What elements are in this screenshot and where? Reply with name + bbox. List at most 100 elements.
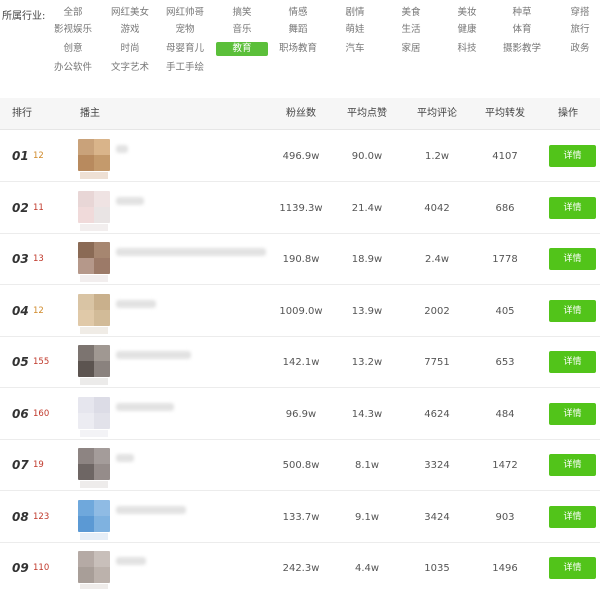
detail-button[interactable]: 详情 [549,402,596,425]
category-item[interactable]: 家居 [401,42,420,56]
header-avg-shares[interactable]: 平均转发 [485,98,525,130]
category-item[interactable]: 舞蹈 [288,23,307,37]
fans-count: 142.1w [282,357,320,368]
category-item[interactable]: 搞笑 [232,6,251,20]
detail-button[interactable]: 详情 [549,351,596,373]
rank-change: 19 [33,460,44,470]
header-avg-comments[interactable]: 平均评论 [417,98,457,130]
detail-button[interactable]: 详情 [549,505,596,528]
avatar[interactable] [78,448,110,480]
detail-button[interactable]: 详情 [549,196,596,219]
table-row: 01 12 496.9w 90.0w 1.2w 4107 详情 [0,131,600,182]
avg-shares: 1472 [492,460,518,471]
host-name-blurred[interactable] [116,505,186,514]
avatar[interactable] [78,345,110,377]
avg-likes: 8.1w [354,460,380,471]
category-item[interactable]: 文字艺术 [111,61,149,75]
avg-shares: 405 [495,305,515,317]
category-item[interactable]: 萌娃 [345,23,364,37]
avatar[interactable] [78,499,110,532]
avg-comments: 3324 [424,460,450,471]
avg-shares: 653 [495,357,515,368]
rank-number: 01 [12,149,29,163]
detail-button[interactable]: 详情 [549,454,596,476]
category-item[interactable]: 音乐 [232,23,251,37]
avg-likes: 13.9w [351,305,383,317]
host-name-blurred[interactable] [116,248,266,256]
category-item[interactable]: 剧情 [345,6,364,20]
category-filter: 所属行业: 全部 网红美女 网红帅哥 搞笑 情感 剧情 美食 美妆 种草 穿搭 影视娱乐 游戏 宠物 音乐… [0,0,600,86]
rank-change: 13 [33,254,44,264]
host-name-blurred[interactable] [116,454,134,462]
category-item[interactable]: 汽车 [345,42,364,56]
avg-likes: 9.1w [354,511,380,523]
avatar[interactable] [78,396,110,429]
avatar-thumbnail [80,532,108,540]
host-name-blurred[interactable] [116,196,144,205]
fans-count: 1139.3w [279,202,323,214]
host-name-blurred[interactable] [116,557,146,565]
avatar[interactable] [78,190,110,223]
avg-likes: 13.2w [351,357,383,368]
category-item-active[interactable]: 教育 [216,42,268,56]
category-item[interactable]: 网红帅哥 [166,6,204,20]
host-name-blurred[interactable] [116,351,191,359]
category-item[interactable]: 手工手绘 [166,61,204,75]
category-item[interactable]: 生活 [401,23,420,37]
category-item[interactable]: 政务 [570,42,589,56]
avg-shares: 4107 [492,151,518,162]
rank-change: 11 [33,202,44,213]
avatar[interactable] [78,293,110,326]
rank-number: 03 [12,252,29,266]
category-item[interactable]: 科技 [457,42,476,56]
category-item[interactable]: 全部 [63,6,82,20]
category-item[interactable]: 美食 [401,6,420,20]
category-item[interactable]: 职场教育 [279,42,317,56]
avatar-thumbnail [80,429,108,437]
avg-comments: 4624 [424,408,450,420]
table-row: 05 155 142.1w 13.2w 7751 653 详情 [0,337,600,388]
category-item[interactable]: 创意 [63,42,82,56]
fans-count: 133.7w [282,511,320,523]
rank-change: 123 [33,511,50,522]
category-item[interactable]: 健康 [457,23,476,37]
category-item[interactable]: 种草 [512,6,531,20]
host-name-blurred[interactable] [116,299,156,308]
detail-button[interactable]: 详情 [549,299,596,322]
category-item[interactable]: 情感 [288,6,307,20]
category-item[interactable]: 摄影教学 [503,42,541,56]
fans-count: 242.3w [282,563,320,574]
avatar[interactable] [78,551,110,583]
header-avg-likes[interactable]: 平均点赞 [347,98,387,130]
category-item[interactable]: 游戏 [120,23,139,37]
rank-number: 05 [12,355,29,369]
header-rank: 排行 [12,108,32,119]
detail-button[interactable]: 详情 [549,557,596,579]
avg-shares: 903 [495,511,515,523]
category-item[interactable]: 穿搭 [570,6,589,20]
header-fans[interactable]: 粉丝数 [286,98,316,130]
category-item[interactable]: 体育 [512,23,531,37]
rank-change: 110 [33,563,50,573]
avatar[interactable] [78,139,110,171]
rank-number: 06 [12,406,29,421]
detail-button[interactable]: 详情 [549,248,596,270]
category-item[interactable]: 母婴育儿 [166,42,204,56]
category-item[interactable]: 宠物 [175,23,194,37]
category-item[interactable]: 美妆 [457,6,476,20]
avg-comments: 1.2w [424,151,450,162]
category-item[interactable]: 网红美女 [111,6,149,20]
table-row: 03 13 190.8w 18.9w 2.4w 1778 详情 [0,234,600,285]
category-item[interactable]: 旅行 [570,23,589,37]
fans-count: 190.8w [282,254,320,265]
category-item[interactable]: 办公软件 [54,61,92,75]
category-item[interactable]: 影视娱乐 [54,23,92,37]
avatar-thumbnail [80,481,108,488]
detail-button[interactable]: 详情 [549,145,596,167]
host-name-blurred[interactable] [116,402,174,411]
category-item[interactable]: 时尚 [120,42,139,56]
avatar-thumbnail [80,584,108,589]
avatar[interactable] [78,242,110,274]
host-name-blurred[interactable] [116,145,128,153]
avg-likes: 14.3w [351,408,383,420]
